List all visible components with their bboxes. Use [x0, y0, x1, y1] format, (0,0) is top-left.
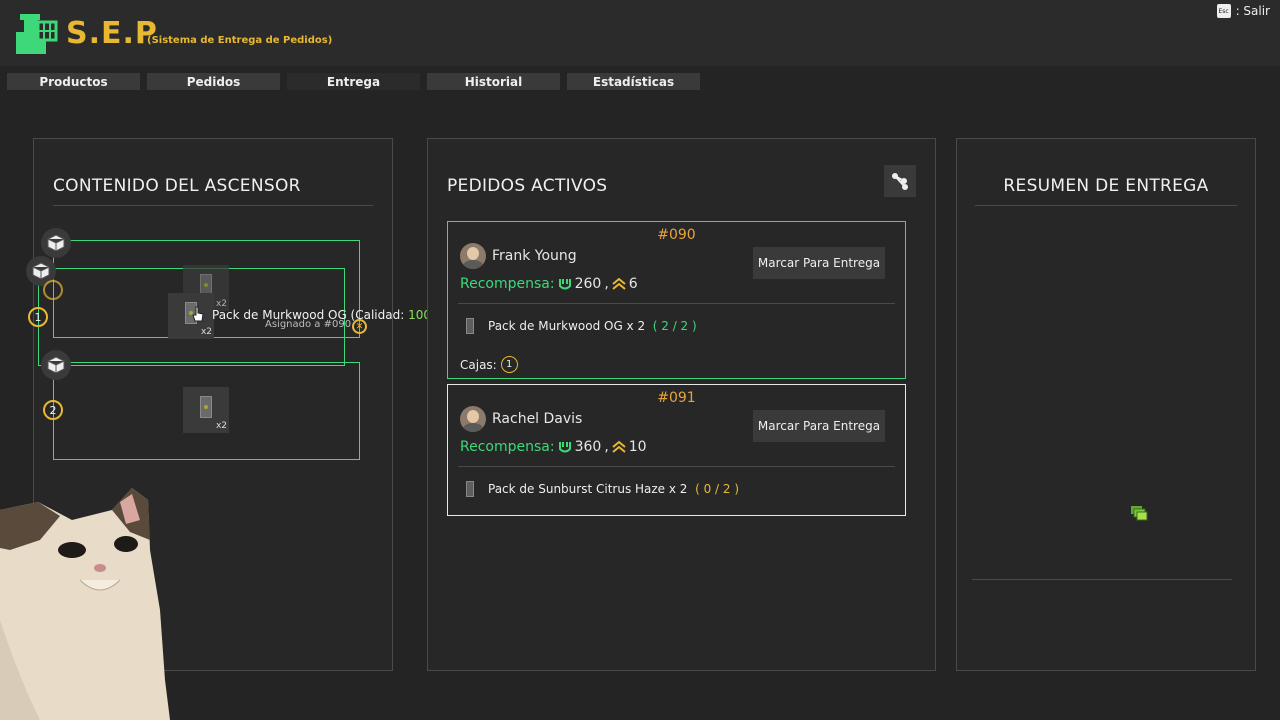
- order-number: #090: [657, 227, 696, 243]
- order-divider: [458, 303, 895, 304]
- esc-key-icon: Esc: [1216, 4, 1231, 18]
- summary-title: RESUMEN DE ENTREGA: [1003, 176, 1209, 196]
- customer-name: Rachel Davis: [492, 411, 583, 427]
- customer-avatar: [460, 406, 486, 432]
- customer-avatar: [460, 243, 486, 269]
- tab-pedidos[interactable]: Pedidos: [147, 73, 280, 90]
- reward-cash: 360: [574, 439, 602, 455]
- bay-number-badge: 2: [43, 400, 63, 420]
- mark-for-delivery-button[interactable]: Marcar Para Entrega: [753, 410, 885, 442]
- item-tooltip: Pack de Murkwood OG (Calidad: 100%): [212, 308, 447, 322]
- customer-name: Frank Young: [492, 248, 577, 264]
- order-card-090[interactable]: #090 Frank Young Recompensa: 260 , 6 Mar…: [447, 221, 906, 379]
- box-icon: [41, 350, 71, 380]
- orders-title: PEDIDOS ACTIVOS: [447, 176, 608, 196]
- bay-number-badge-ghost: [43, 280, 63, 300]
- reward-line: Recompensa: 360 , 10: [460, 439, 647, 455]
- tooltip-text: Pack de Murkwood OG (Calidad:: [212, 308, 409, 322]
- mark-for-delivery-button[interactable]: Marcar Para Entrega: [753, 247, 885, 279]
- tab-estadisticas[interactable]: Estadísticas: [567, 73, 700, 90]
- order-item-line: Pack de Murkwood OG x 2 ( 2 / 2 ): [466, 318, 697, 334]
- cash-icon: [558, 442, 571, 453]
- order-item-progress: ( 2 / 2 ): [652, 319, 697, 333]
- delivery-man-logo-icon: [16, 14, 58, 54]
- box-icon: [41, 228, 71, 258]
- reward-line: Recompensa: 260 , 6: [460, 276, 638, 292]
- product-slot[interactable]: x2: [168, 293, 214, 339]
- elevator-title-divider: [53, 205, 373, 206]
- summary-title-divider: [975, 205, 1237, 206]
- order-number: #091: [657, 390, 696, 406]
- stacked-boxes-icon: [1131, 506, 1148, 521]
- order-item-line: Pack de Sunburst Citrus Haze x 2 ( 0 / 2…: [466, 481, 739, 497]
- tab-entrega[interactable]: Entrega: [287, 73, 420, 90]
- order-item-name: Pack de Murkwood OG x 2: [488, 319, 646, 333]
- package-icon: [466, 318, 474, 334]
- top-bar: S.E.P (Sistema de Entrega de Pedidos) Es…: [0, 0, 1280, 66]
- exit-label: : Salir: [1235, 4, 1270, 18]
- route-button[interactable]: [884, 165, 916, 197]
- package-icon: [466, 481, 474, 497]
- xp-chevrons-icon: [612, 277, 626, 290]
- app-title: S.E.P: [66, 16, 158, 51]
- product-slot[interactable]: x2: [183, 387, 229, 433]
- order-item-name: Pack de Sunburst Citrus Haze x 2: [488, 482, 688, 496]
- order-item-progress: ( 0 / 2 ): [695, 482, 740, 496]
- hand-cursor-icon: [192, 306, 204, 322]
- slot-count: x2: [215, 421, 227, 431]
- reward-separator: ,: [604, 276, 609, 292]
- reward-label: Recompensa:: [460, 439, 555, 455]
- summary-panel: [956, 138, 1256, 671]
- cat-overlay-image: [0, 488, 170, 720]
- boxes-count-badge: 1: [500, 356, 518, 373]
- reward-label: Recompensa:: [460, 276, 555, 292]
- elevator-title: CONTENIDO DEL ASCENSOR: [53, 176, 301, 196]
- tab-productos[interactable]: Productos: [7, 73, 140, 90]
- exit-button[interactable]: Esc : Salir: [1216, 4, 1270, 18]
- share-route-icon: [892, 173, 908, 190]
- tab-historial[interactable]: Historial: [427, 73, 560, 90]
- slot-count: x2: [200, 327, 212, 337]
- reward-xp: 10: [628, 439, 647, 455]
- summary-footer-divider: [972, 579, 1232, 580]
- boxes-line: Cajas: 1: [460, 356, 518, 373]
- order-divider: [458, 466, 895, 467]
- package-icon: [200, 396, 212, 418]
- xp-chevrons-icon: [612, 440, 626, 453]
- order-card-091[interactable]: #091 Rachel Davis Recompensa: 360 , 10 M…: [447, 384, 906, 516]
- reward-xp: 6: [628, 276, 638, 292]
- cash-icon: [558, 279, 571, 290]
- reward-cash: 260: [574, 276, 602, 292]
- app-subtitle: (Sistema de Entrega de Pedidos): [147, 35, 333, 46]
- main-tabs: Productos Pedidos Entrega Historial Esta…: [7, 73, 700, 90]
- bay-number-badge: 1: [28, 307, 48, 327]
- reward-separator: ,: [604, 439, 609, 455]
- boxes-label: Cajas:: [460, 357, 497, 372]
